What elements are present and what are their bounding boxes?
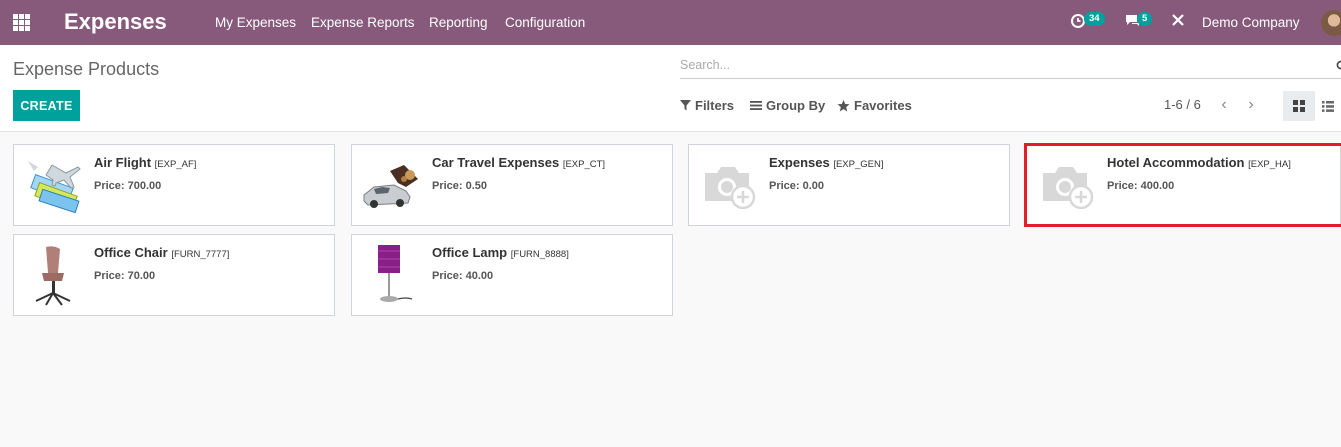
top-navbar: Expenses My Expenses Expense Reports Rep… (0, 0, 1341, 45)
pager-previous-icon[interactable]: ‹ (1214, 95, 1234, 115)
list-view-button[interactable] (1315, 91, 1341, 121)
chair-image (22, 243, 86, 307)
product-name: Expenses [EXP_GEN] (769, 155, 884, 170)
product-price: Price: 700.00 (94, 180, 162, 192)
product-price: Price: 0.00 (769, 180, 825, 192)
product-name: Car Travel Expenses [EXP_CT] (432, 155, 606, 170)
product-card-air-flight[interactable]: Air Flight [EXP_AF] Price: 700.00 (13, 144, 335, 226)
car-image (360, 153, 424, 217)
create-button[interactable]: CREATE (13, 90, 80, 121)
product-code: [FURN_7777] (171, 249, 230, 260)
search-input[interactable] (680, 58, 1320, 72)
activity-count-badge: 34 (1084, 12, 1105, 26)
menu-reporting[interactable]: Reporting (429, 15, 488, 30)
product-card-office-chair[interactable]: Office Chair [FURN_7777] Price: 70.00 (13, 234, 335, 316)
menu-my-expenses[interactable]: My Expenses (215, 15, 296, 30)
product-card-office-lamp[interactable]: Office Lamp [FURN_8888] Price: 40.00 (351, 234, 673, 316)
kanban-grid-icon (1293, 100, 1305, 112)
star-icon (837, 99, 850, 111)
air-flight-image (22, 153, 86, 217)
search-icon[interactable] (1336, 60, 1341, 72)
tools-wrench-icon[interactable] (1170, 12, 1190, 32)
placeholder-camera-image (697, 153, 761, 217)
filters-label: Filters (695, 98, 735, 113)
favorites-button[interactable]: Favorites (837, 98, 912, 113)
highlight-box (1024, 143, 1341, 227)
menu-configuration[interactable]: Configuration (505, 15, 585, 30)
product-name: Air Flight [EXP_AF] (94, 155, 197, 170)
product-price: Price: 70.00 (94, 270, 156, 282)
group-by-label: Group By (766, 98, 826, 113)
message-count-badge: 5 (1137, 12, 1153, 26)
company-switcher[interactable]: Demo Company (1202, 15, 1300, 30)
favorites-label: Favorites (854, 98, 912, 113)
app-title[interactable]: Expenses (64, 9, 167, 35)
product-code: [EXP_AF] (154, 159, 197, 170)
product-price: Price: 40.00 (432, 270, 494, 282)
pager-next-icon[interactable]: › (1241, 95, 1261, 115)
pager-value[interactable]: 1-6 / 6 (1164, 97, 1201, 112)
product-name: Office Chair [FURN_7777] (94, 245, 230, 260)
user-avatar[interactable] (1321, 10, 1341, 36)
product-price: Price: 0.50 (432, 180, 488, 192)
menu-expense-reports[interactable]: Expense Reports (311, 15, 415, 30)
filters-button[interactable]: Filters (680, 98, 734, 113)
lamp-image (360, 243, 424, 307)
search-bar (680, 56, 1341, 79)
product-card-expenses[interactable]: Expenses [EXP_GEN] Price: 0.00 (688, 144, 1010, 226)
group-by-button[interactable]: Group By (750, 98, 825, 113)
filter-funnel-icon (680, 100, 691, 111)
group-by-list-icon (750, 101, 762, 110)
product-name: Office Lamp [FURN_8888] (432, 245, 569, 260)
product-code: [FURN_8888] (510, 249, 569, 260)
page-title: Expense Products (13, 59, 160, 79)
control-panel: Expense Products CREATE Filters Group By… (0, 45, 1341, 132)
kanban-view-button[interactable] (1283, 91, 1315, 121)
product-code: [EXP_CT] (562, 159, 606, 170)
list-view-icon (1322, 100, 1334, 112)
product-code: [EXP_GEN] (833, 159, 884, 170)
product-card-car-travel-expenses[interactable]: Car Travel Expenses [EXP_CT] Price: 0.50 (351, 144, 673, 226)
apps-menu-icon[interactable] (13, 14, 30, 31)
